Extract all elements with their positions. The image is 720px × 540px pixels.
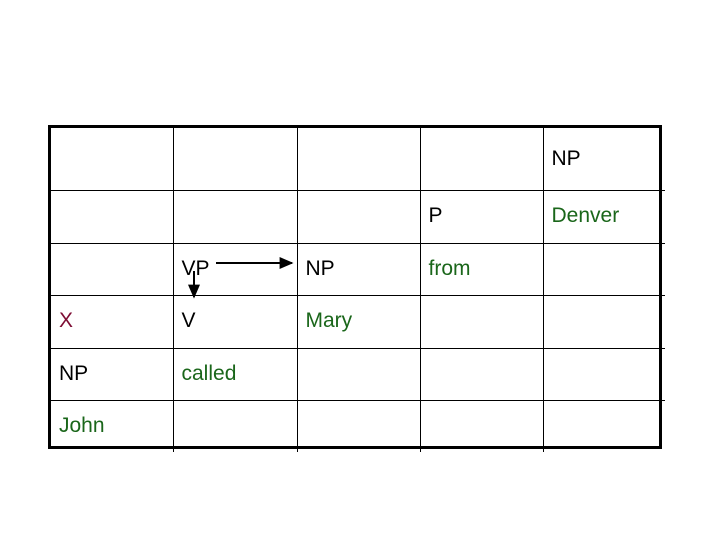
chart-cell-r4c2[interactable]	[296, 347, 421, 401]
chart-cell-r1c3[interactable]: P	[419, 189, 544, 244]
chart-cell-r3c0[interactable]: X	[51, 294, 174, 349]
cell-label: P	[428, 204, 443, 228]
table-row: NP	[51, 128, 665, 191]
cell-label: John	[59, 414, 105, 438]
chart-cell-r5c2[interactable]	[296, 399, 421, 452]
cell-label: from	[428, 256, 471, 280]
table-row: VP NP from	[51, 242, 665, 296]
cell-label: NP	[551, 146, 581, 170]
cell-label: V	[181, 309, 196, 333]
chart-cell-r3c2[interactable]: Mary	[296, 294, 421, 349]
chart-cell-r2c4[interactable]	[542, 242, 665, 296]
chart-cell-r5c0[interactable]: John	[51, 399, 174, 452]
chart-cell-r3c1[interactable]: V	[172, 294, 298, 349]
cell-label: NP	[305, 256, 335, 280]
chart-cell-r0c3[interactable]	[419, 128, 544, 191]
chart-cell-r4c4[interactable]	[542, 347, 665, 401]
chart-cell-r1c4[interactable]: Denver	[542, 189, 665, 244]
chart-cell-r4c1[interactable]: called	[172, 347, 298, 401]
chart-cell-r0c2[interactable]	[296, 128, 421, 191]
table-row: X V Mary	[51, 294, 665, 349]
chart-cell-r3c3[interactable]	[419, 294, 544, 349]
chart-cell-r2c0[interactable]	[51, 242, 174, 296]
chart-cell-r1c2[interactable]	[296, 189, 421, 244]
parse-chart-table: NP P Denver VP NP from X V Mary NP calle…	[48, 125, 665, 452]
cell-label: NP	[59, 361, 89, 385]
chart-cell-r2c1[interactable]: VP	[172, 242, 298, 296]
table-row: NP called	[51, 347, 665, 401]
chart-cell-r1c0[interactable]	[51, 189, 174, 244]
chart-cell-r5c1[interactable]	[172, 399, 298, 452]
chart-cell-r3c4[interactable]	[542, 294, 665, 349]
chart-cell-r5c3[interactable]	[419, 399, 544, 452]
cell-label: X	[59, 309, 74, 333]
chart-cell-r0c1[interactable]	[172, 128, 298, 191]
chart-cell-r2c2[interactable]: NP	[296, 242, 421, 296]
chart-cell-r4c0[interactable]: NP	[51, 347, 174, 401]
table-row: P Denver	[51, 189, 665, 244]
cell-label: VP	[181, 256, 210, 280]
parse-chart-figure: NP P Denver VP NP from X V Mary NP calle…	[0, 0, 720, 540]
cell-label: Denver	[551, 204, 620, 228]
table-row: John	[51, 399, 665, 452]
chart-cell-r4c3[interactable]	[419, 347, 544, 401]
chart-cell-r2c3[interactable]: from	[419, 242, 544, 296]
chart-cell-r0c0[interactable]	[51, 128, 174, 191]
chart-cell-r0c4[interactable]: NP	[542, 128, 665, 191]
chart-grid: NP P Denver VP NP from X V Mary NP calle…	[51, 128, 665, 452]
cell-label: Mary	[305, 309, 353, 333]
cell-label: called	[181, 361, 237, 385]
chart-cell-r1c1[interactable]	[172, 189, 298, 244]
chart-cell-r5c4[interactable]	[542, 399, 665, 452]
